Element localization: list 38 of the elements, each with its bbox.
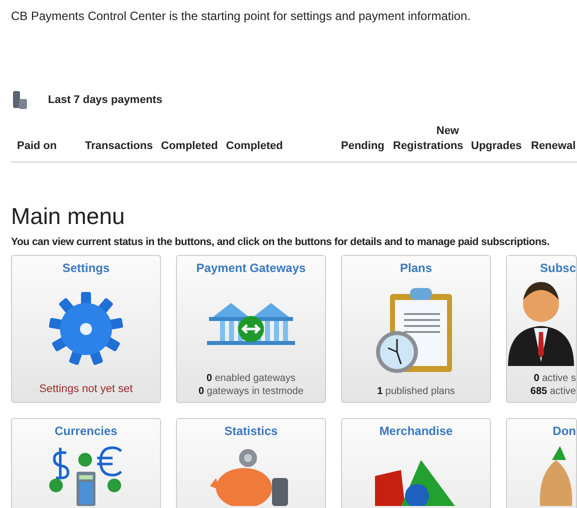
- card-title: Statistics: [224, 424, 278, 438]
- section-title: Last 7 days payments: [48, 94, 162, 106]
- menu-card[interactable]: Don: [506, 418, 577, 508]
- column-header: Completed: [160, 139, 219, 154]
- status-text: 1 published plans: [377, 385, 455, 398]
- status-text: 685 active: [530, 385, 576, 398]
- column-header: Renewal: [530, 139, 577, 154]
- menu-card[interactable]: Settings Settings not yet set: [11, 255, 161, 403]
- intro-text: CB Payments Control Center is the starting point for settings and payment information.: [10, 8, 472, 23]
- card-title: Currencies: [54, 424, 118, 438]
- card-title: Payment Gateways: [196, 261, 306, 275]
- menu-card[interactable]: Payment Gateways 0 enabled gateways 0 gateways in testmode: [176, 255, 326, 403]
- menu-card[interactable]: Currencies: [11, 418, 161, 508]
- menu-card[interactable]: Plans 1 published plans: [341, 255, 491, 403]
- column-header: Pending: [340, 139, 386, 154]
- coins-icon: [12, 90, 28, 110]
- gear-icon: [49, 292, 123, 366]
- column-header: Paid on: [16, 139, 58, 154]
- card-title: Plans: [400, 261, 432, 275]
- column-header: Completed: [225, 139, 284, 154]
- menu-card[interactable]: Subsc 0 active s 685 active: [506, 255, 577, 403]
- card-title: Don: [552, 424, 576, 438]
- main-menu-heading: Main menu: [11, 203, 126, 229]
- businessman-icon: [507, 282, 576, 366]
- card-title: Merchandise: [379, 424, 453, 438]
- bank-icon: [207, 300, 295, 346]
- column-header: Upgrades: [470, 139, 523, 154]
- column-header: New Registrations: [392, 124, 464, 154]
- status-text: 0 enabled gateways: [206, 372, 296, 385]
- menu-card[interactable]: Statistics: [176, 418, 326, 508]
- column-header: Transactions: [84, 139, 154, 154]
- status-text: 0 gateways in testmode: [198, 385, 304, 398]
- card-title: Settings: [62, 261, 110, 275]
- status-text: 0 active s: [534, 372, 576, 385]
- warning-text: Settings not yet set: [39, 383, 133, 396]
- main-menu-description: You can view current status in the buttons, and click on the buttons for details and to manage paid subscriptions.: [11, 236, 550, 248]
- card-title: Subsc: [540, 261, 576, 275]
- menu-card[interactable]: Merchandise: [341, 418, 491, 508]
